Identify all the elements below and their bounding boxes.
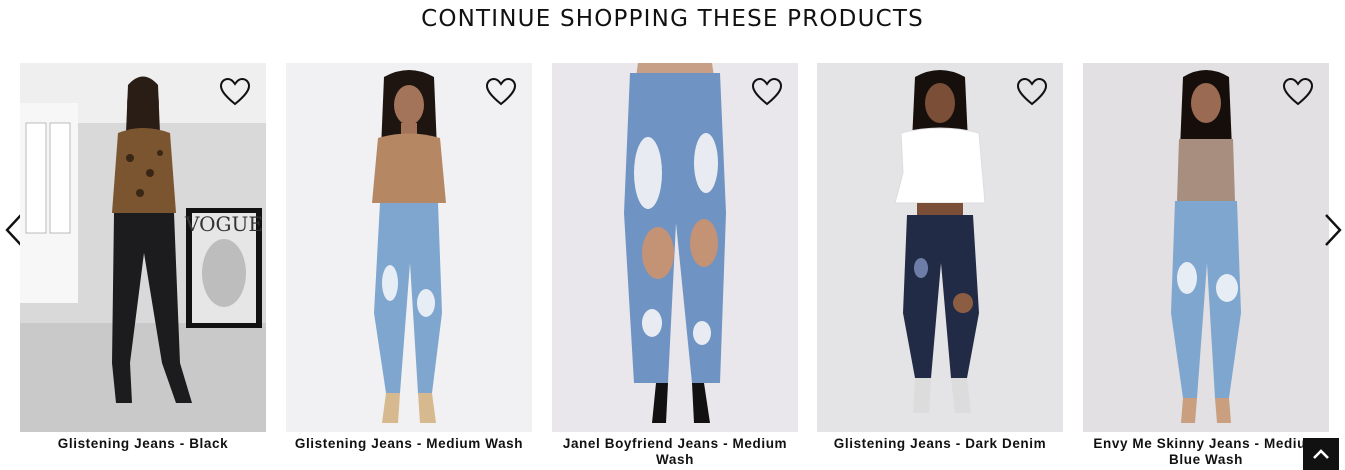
wishlist-button[interactable] — [486, 77, 516, 107]
heart-outline-icon — [220, 78, 250, 106]
wishlist-button[interactable] — [220, 77, 250, 107]
product-card[interactable]: Glistening Jeans - Dark Denim — [817, 63, 1063, 470]
product-name-link[interactable]: Glistening Jeans - Dark Denim — [834, 436, 1046, 451]
product-image[interactable]: VOGUE — [20, 63, 266, 432]
heart-outline-icon — [1017, 78, 1047, 106]
wishlist-button[interactable] — [752, 77, 782, 107]
product-name-link[interactable]: Envy Me Skinny Jeans - Medium Blue Wash — [1093, 436, 1318, 467]
chevron-right-icon — [1325, 214, 1342, 246]
product-carousel: VOGUE Glistening Jeans - Black Glistenin… — [0, 63, 1345, 470]
product-name-link[interactable]: Glistening Jeans - Medium Wash — [295, 436, 523, 451]
heart-outline-icon — [752, 78, 782, 106]
product-name-link[interactable]: Glistening Jeans - Black — [58, 436, 228, 451]
svg-text:VOGUE: VOGUE — [184, 212, 263, 236]
product-name-link[interactable]: Janel Boyfriend Jeans - Medium Wash — [563, 436, 787, 467]
chevron-up-icon — [1313, 449, 1329, 459]
heart-outline-icon — [486, 78, 516, 106]
product-image[interactable] — [552, 63, 798, 432]
back-to-top-button[interactable] — [1303, 438, 1339, 470]
carousel-next-button[interactable] — [1323, 213, 1343, 247]
product-card[interactable]: Envy Me Skinny Jeans - Medium Blue Wash — [1083, 63, 1329, 470]
wishlist-button[interactable] — [1017, 77, 1047, 107]
product-image[interactable] — [817, 63, 1063, 432]
product-card[interactable]: Glistening Jeans - Medium Wash — [286, 63, 532, 470]
heart-outline-icon — [1283, 78, 1313, 106]
wishlist-button[interactable] — [1283, 77, 1313, 107]
section-title: CONTINUE SHOPPING THESE PRODUCTS — [421, 6, 924, 32]
product-card[interactable]: VOGUE Glistening Jeans - Black — [20, 63, 266, 470]
product-image[interactable] — [1083, 63, 1329, 432]
product-card[interactable]: Janel Boyfriend Jeans - Medium Wash — [552, 63, 798, 470]
product-image[interactable] — [286, 63, 532, 432]
